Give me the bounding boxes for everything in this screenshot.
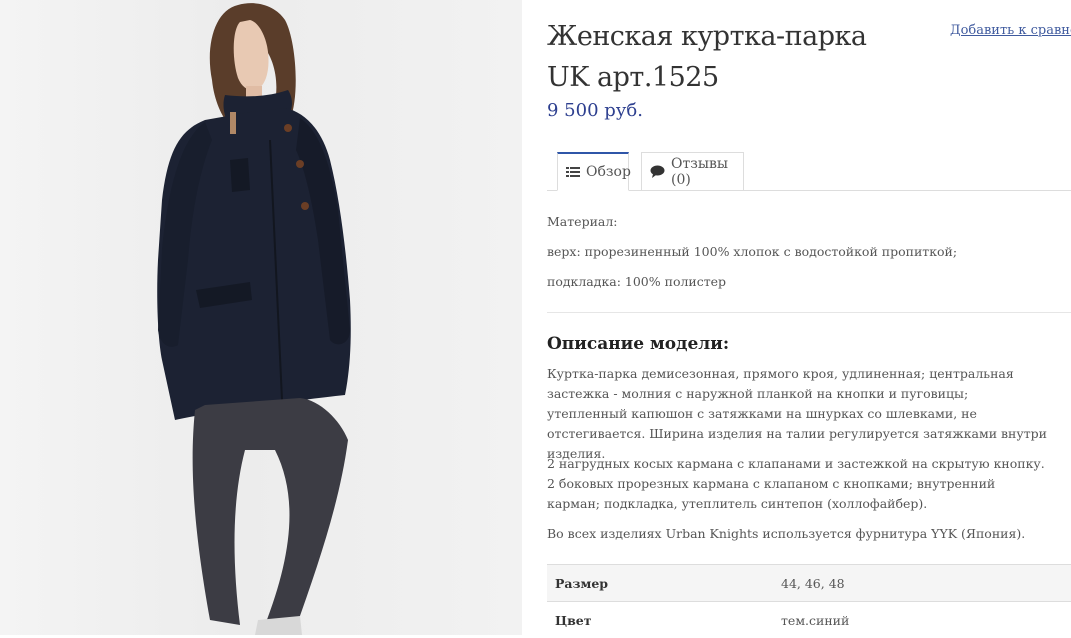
spec-value: тем.синий [781, 612, 850, 628]
product-price: 9 500 руб. [547, 100, 643, 121]
tab-reviews[interactable]: Отзывы (0) [641, 152, 744, 190]
spec-row-color: Цвет тем.синий [547, 601, 1071, 638]
add-to-compare-link[interactable]: Добавить к сравнению [950, 23, 1071, 38]
description-heading: Описание модели: [547, 334, 730, 354]
product-photo[interactable] [0, 0, 522, 635]
product-info: Женская куртка-парка UK арт.1525 Добавит… [547, 0, 1071, 638]
material-top: верх: прорезиненный 100% хлопок с водост… [547, 244, 958, 259]
description-paragraph: Куртка-парка демисезонная, прямого кроя,… [547, 366, 1047, 461]
description-paragraph: Во всех изделиях Urban Knights используе… [547, 526, 1026, 541]
spec-key: Цвет [555, 612, 592, 628]
spec-row-size: Размер 44, 46, 48 [547, 564, 1071, 601]
material-lining: подкладка: 100% полистер [547, 274, 727, 289]
tab-reviews-label: Отзывы (0) [671, 155, 729, 188]
list-icon [566, 167, 580, 177]
description-paragraph: 2 нагрудных косых кармана с клапанами и … [547, 456, 1045, 511]
tab-overview-label: Обзор [586, 164, 631, 180]
spec-value: 44, 46, 48 [781, 575, 845, 591]
spec-key: Размер [555, 575, 609, 591]
model-in-parka-image [157, 3, 351, 635]
material-label: Материал: [547, 214, 618, 229]
tab-overview[interactable]: Обзор [557, 152, 631, 191]
comment-icon [650, 165, 665, 178]
section-divider [547, 312, 1071, 313]
product-title: Женская куртка-парка UK арт.1525 [547, 21, 867, 93]
